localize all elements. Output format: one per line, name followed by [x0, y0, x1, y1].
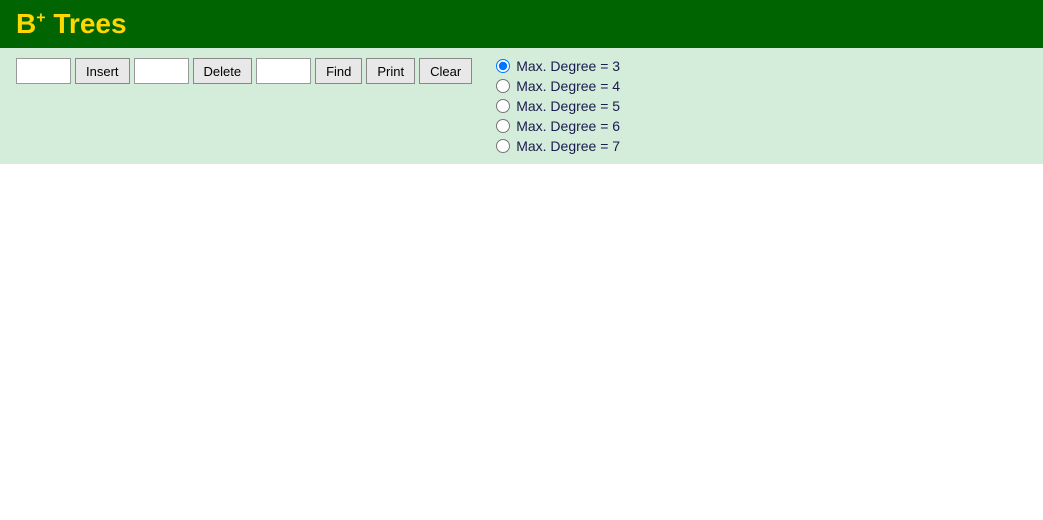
- radio-label-degree-7: Max. Degree = 7: [516, 138, 620, 154]
- insert-input[interactable]: [16, 58, 71, 84]
- controls-group: Insert Delete Find Print Clear: [16, 58, 472, 84]
- find-input[interactable]: [256, 58, 311, 84]
- tree-canvas: [0, 164, 1043, 504]
- radio-option-degree-3[interactable]: Max. Degree = 3: [496, 58, 620, 74]
- delete-button[interactable]: Delete: [193, 58, 253, 84]
- degree-radio-group: Max. Degree = 3 Max. Degree = 4 Max. Degre…: [496, 58, 620, 154]
- radio-input-degree-7[interactable]: [496, 139, 510, 153]
- radio-input-degree-5[interactable]: [496, 99, 510, 113]
- radio-option-degree-5[interactable]: Max. Degree = 5: [496, 98, 620, 114]
- toolbar-area: Insert Delete Find Print Clear Max. Degr…: [0, 48, 1043, 164]
- radio-option-degree-6[interactable]: Max. Degree = 6: [496, 118, 620, 134]
- clear-button[interactable]: Clear: [419, 58, 472, 84]
- radio-option-degree-7[interactable]: Max. Degree = 7: [496, 138, 620, 154]
- insert-button[interactable]: Insert: [75, 58, 130, 84]
- app-title: B+ Trees: [16, 8, 127, 40]
- radio-label-degree-5: Max. Degree = 5: [516, 98, 620, 114]
- radio-label-degree-4: Max. Degree = 4: [516, 78, 620, 94]
- radio-input-degree-6[interactable]: [496, 119, 510, 133]
- print-button[interactable]: Print: [366, 58, 415, 84]
- find-button[interactable]: Find: [315, 58, 362, 84]
- radio-label-degree-3: Max. Degree = 3: [516, 58, 620, 74]
- app-header: B+ Trees: [0, 0, 1043, 48]
- radio-input-degree-3[interactable]: [496, 59, 510, 73]
- radio-input-degree-4[interactable]: [496, 79, 510, 93]
- delete-input[interactable]: [134, 58, 189, 84]
- radio-option-degree-4[interactable]: Max. Degree = 4: [496, 78, 620, 94]
- radio-label-degree-6: Max. Degree = 6: [516, 118, 620, 134]
